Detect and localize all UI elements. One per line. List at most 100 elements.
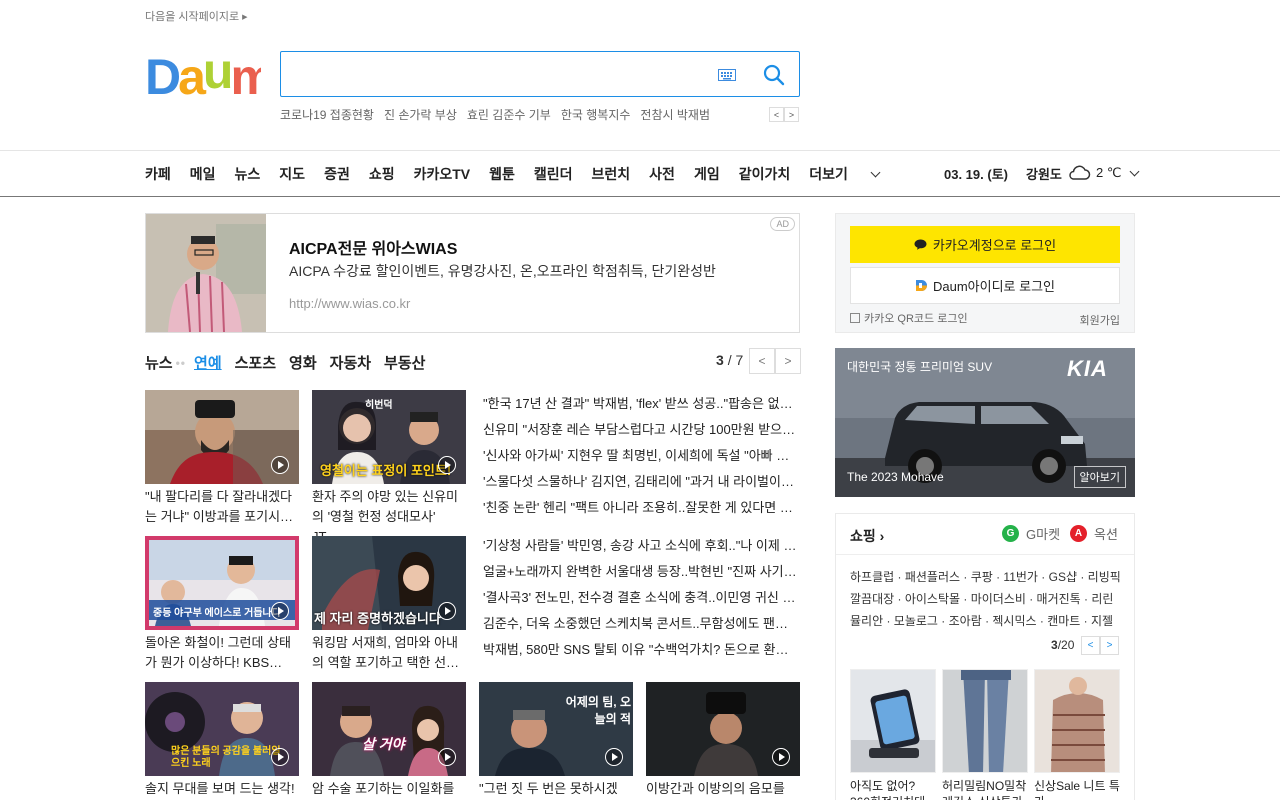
nav-item-cafe[interactable]: 카페 — [145, 164, 171, 184]
separator-dots: •• — [175, 355, 187, 370]
news-thumbnail[interactable]: 제 자리 증명하겠습니다 — [312, 536, 466, 630]
news-headline[interactable]: 신유미 "서장훈 레슨 부담스럽다고 시간당 100만원 받으라… — [483, 417, 799, 443]
shopping-pager: 3/20 — [1051, 638, 1074, 652]
news-thumbnail[interactable]: 살 거야 — [312, 682, 466, 776]
news-caption[interactable]: 암 수술 포기하는 이일화를 — [312, 779, 466, 799]
news-page-current: 3 — [716, 352, 724, 368]
product-thumbnail[interactable] — [850, 669, 936, 773]
news-caption[interactable]: 솔지 무대를 보며 드는 생각! — [145, 779, 299, 799]
ad-url[interactable]: http://www.wias.co.kr — [289, 296, 410, 311]
trending-keyword[interactable]: 한국 행복지수 — [561, 106, 631, 123]
tab-auto[interactable]: 자동차 — [330, 352, 371, 373]
news-thumbnail[interactable]: 많은 분들의 공감을 불러일으킨 노래 — [145, 682, 299, 776]
kakao-login-button[interactable]: 카카오계정으로 로그인 — [850, 226, 1120, 263]
weather-expand-button[interactable] — [1126, 165, 1140, 183]
login-box: 카카오계정으로 로그인 Daum아이디로 로그인 카카오 QR코드 로그인 회원… — [835, 213, 1135, 333]
tab-realestate[interactable]: 부동산 — [384, 352, 425, 373]
nav-more-label: 더보기 — [809, 166, 848, 182]
ad-badge: AD — [770, 217, 795, 231]
search-icon[interactable] — [763, 64, 785, 86]
auction-link[interactable]: A 옥션 — [1070, 524, 1118, 543]
play-icon — [438, 748, 456, 766]
news-headline[interactable]: 얼굴+노래까지 완벽한 서울대생 등장..박현빈 "진짜 사기… — [483, 559, 799, 585]
news-headline[interactable]: '기상청 사람들' 박민영, 송강 사고 소식에 후회.."나 이제 어… — [483, 533, 799, 559]
nav-item-stock[interactable]: 증권 — [324, 164, 350, 184]
nav-item-brunch[interactable]: 브런치 — [592, 164, 631, 184]
nav-item-shopping[interactable]: 쇼핑 — [369, 164, 395, 184]
news-prev-button[interactable]: < — [749, 348, 775, 374]
nav-item-news[interactable]: 뉴스 — [235, 164, 261, 184]
qr-login-link[interactable]: 카카오 QR코드 로그인 — [850, 310, 968, 326]
news-headline[interactable]: 박재범, 580만 SNS 탈퇴 이유 "수백억가치? 돈으로 환불 … — [483, 637, 799, 663]
nav-item-map[interactable]: 지도 — [279, 164, 305, 184]
shopping-link-row[interactable]: 뮬리안 · 모놀로그 · 조아람 · 젝시믹스 · 캔마트 · 지젤 — [850, 610, 1122, 632]
news-pager: 3 / 7 — [716, 352, 743, 368]
kia-logo: KIA — [1067, 356, 1108, 381]
trending-next-button[interactable]: > — [784, 107, 799, 122]
trending-prev-button[interactable]: < — [769, 107, 784, 122]
trending-keyword[interactable]: 진 손가락 부상 — [384, 106, 457, 123]
nav-item-dictionary[interactable]: 사전 — [649, 164, 675, 184]
daum-logo[interactable]: Daum — [145, 48, 261, 100]
shopping-next-button[interactable]: > — [1100, 636, 1119, 655]
news-headline-list: "한국 17년 산 결과" 박재범, 'flex' 받쓰 성공.."팝송은 없나… — [483, 391, 799, 521]
news-headline[interactable]: '신사와 아가씨' 지현우 딸 최명빈, 이세희에 독설 "아빠 여… — [483, 443, 799, 469]
news-headline[interactable]: '스물다섯 스물하나' 김지연, 김태리에 "과거 내 라이벌이었… — [483, 469, 799, 495]
news-thumbnail[interactable]: 중등 야구부 에이스로 거듭나다 — [145, 536, 299, 630]
news-caption[interactable]: "그런 짓 두 번은 못하시겠 — [479, 779, 633, 799]
tab-entertainment[interactable]: 연예 — [194, 352, 222, 373]
product-caption[interactable]: 허리밀림NO밀착 레깅스 신상특가 — [942, 778, 1030, 800]
signup-link[interactable]: 회원가입 — [1080, 312, 1120, 328]
car-ad-learn-more-button[interactable]: 알아보기 — [1073, 466, 1126, 488]
news-caption[interactable]: "내 팔다리를 다 잘라내겠다는 거냐" 이방과를 포기시… — [145, 487, 299, 527]
keyboard-icon[interactable] — [718, 69, 736, 81]
news-headline[interactable]: '결사곡3' 전노민, 전수경 결혼 소식에 충격..이민영 귀신 등장 — [483, 585, 799, 611]
news-headline[interactable]: "한국 17년 산 결과" 박재범, 'flex' 받쓰 성공.."팝송은 없나… — [483, 391, 799, 417]
tab-sports[interactable]: 스포츠 — [235, 352, 276, 373]
news-headline[interactable]: '친중 논란' 헨리 "팩트 아니라 조용히..잘못한 게 있다면 죄… — [483, 495, 799, 521]
ad-banner[interactable]: AICPA전문 위아스WIAS AICPA 수강료 할인이벤트, 유명강사진, … — [145, 213, 800, 333]
nav-more-button[interactable]: 더보기 — [809, 164, 881, 184]
shopping-link-row[interactable]: 하프클럽 · 패션플러스 · 쿠팡 · 11번가 · GS샵 · 리빙픽 — [850, 566, 1122, 588]
product-caption[interactable]: 신상Sale 니트 특가 — [1034, 778, 1122, 800]
daum-login-button[interactable]: Daum아이디로 로그인 — [850, 267, 1120, 304]
nav-item-calendar[interactable]: 캘린더 — [534, 164, 573, 184]
trending-keyword[interactable]: 코로나19 접종현황 — [280, 106, 374, 123]
product-thumbnail[interactable] — [1034, 669, 1120, 773]
ad-title[interactable]: AICPA전문 위아스WIAS — [289, 235, 457, 259]
nav-item-webtoon[interactable]: 웹툰 — [489, 164, 515, 184]
shopping-title-link[interactable]: 쇼핑 › — [850, 526, 884, 546]
tab-news[interactable]: 뉴스 — [145, 352, 173, 373]
news-headline[interactable]: 김준수, 더욱 소중했던 스케치북 콘서트..무함성에도 팬들… — [483, 611, 799, 637]
nav-item-together[interactable]: 같이가치 — [739, 164, 791, 184]
nav-item-game[interactable]: 게임 — [694, 164, 720, 184]
news-thumbnail[interactable] — [145, 390, 299, 484]
news-caption[interactable]: 이방간과 이방의의 음모를 — [646, 779, 800, 799]
news-thumbnail[interactable]: 어제의 팀, 오늘의 적 — [479, 682, 633, 776]
nav-item-kakaotv[interactable]: 카카오TV — [414, 164, 471, 184]
weather-region[interactable]: 강원도 — [1026, 164, 1062, 183]
news-thumbnail[interactable]: 히번덕 영철이는 표정이 포인트! — [312, 390, 466, 484]
shopping-link-row[interactable]: 깔끔대장 · 아이스탁몰 · 마이더스비 · 매거진톡 · 리린 — [850, 588, 1122, 610]
news-next-button[interactable]: > — [775, 348, 801, 374]
set-homepage-link[interactable]: 다음을 시작페이지로 ▶ — [145, 8, 248, 24]
product-caption[interactable]: 아직도 없어? 360회전거치대 — [850, 778, 938, 800]
car-ad-banner[interactable]: 대한민국 정통 프리미엄 SUV KIA The 2023 Mohave 알아보… — [835, 348, 1135, 497]
trending-keyword[interactable]: 효린 김준수 기부 — [467, 106, 551, 123]
shopping-page-total: /20 — [1057, 638, 1075, 652]
qr-login-label: 카카오 QR코드 로그인 — [864, 313, 968, 325]
product-thumbnail[interactable] — [942, 669, 1028, 773]
tab-movie[interactable]: 영화 — [289, 352, 317, 373]
news-caption[interactable]: 돌아온 화철이! 그런데 상태가 뭔가 이상하다! KBS… — [145, 633, 299, 673]
news-thumbnail[interactable] — [646, 682, 800, 776]
shopping-page-nav: < > — [1081, 636, 1119, 655]
nav-item-mail[interactable]: 메일 — [190, 164, 216, 184]
search-input[interactable] — [291, 60, 711, 88]
ad-description[interactable]: AICPA 수강료 할인이벤트, 유명강사진, 온,오프라인 학점취득, 단기완… — [289, 261, 716, 281]
news-caption[interactable]: 워킹맘 서재희, 엄마와 아내의 역할 포기하고 택한 선… — [312, 633, 466, 673]
gmarket-link[interactable]: G G마켓 — [1002, 524, 1060, 543]
thumb-text: 제 자리 증명하겠습니다 — [314, 611, 441, 626]
trending-keyword[interactable]: 전참시 박재범 — [640, 106, 710, 123]
shopping-box: 쇼핑 › G G마켓 A 옥션 하프클럽 · 패션플러스 · 쿠팡 · 11번가 ·… — [835, 513, 1135, 800]
shopping-prev-button[interactable]: < — [1081, 636, 1100, 655]
